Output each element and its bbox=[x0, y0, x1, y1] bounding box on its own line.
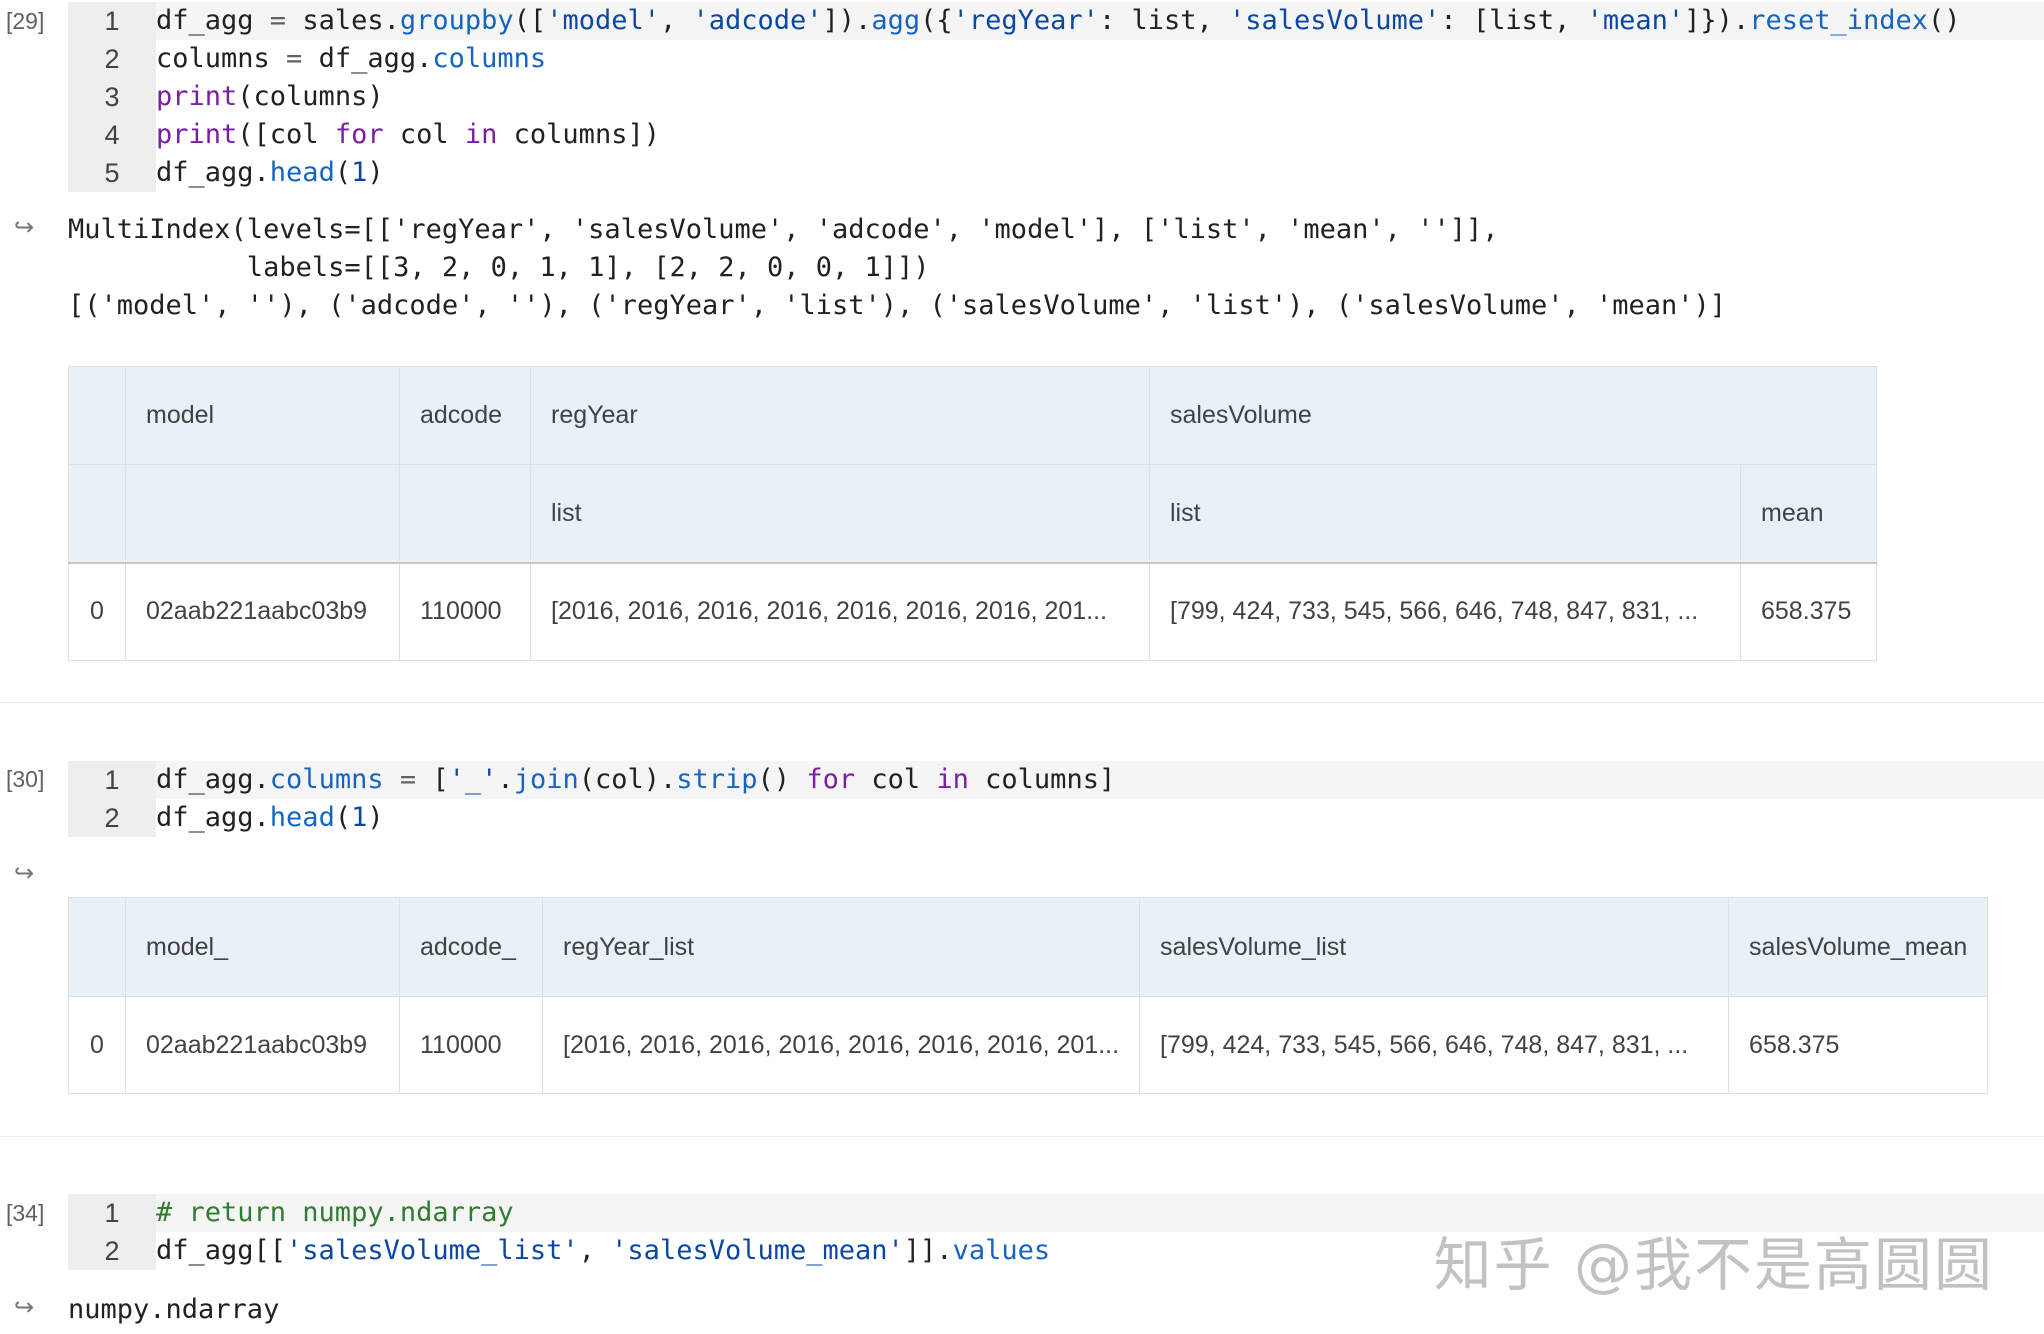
table-header-cell: regYear_list bbox=[541, 897, 1141, 997]
table-cell: 658.375 bbox=[1740, 562, 1877, 661]
table-cell: 110000 bbox=[399, 562, 531, 661]
table-index-cell: 0 bbox=[68, 562, 126, 661]
dataframe-table-flat: model_ adcode_ regYear_list salesVolume_… bbox=[68, 897, 1989, 1094]
table-header-cell: adcode bbox=[399, 366, 531, 465]
code-line[interactable]: 2 columns = df_agg.columns bbox=[68, 40, 2044, 78]
table-index-header bbox=[68, 897, 126, 997]
output-arrow-icon: ↪ bbox=[14, 213, 35, 241]
code-line[interactable]: 2 df_agg.head(1) bbox=[68, 799, 2044, 837]
code-line[interactable]: 4 print([col for col in columns]) bbox=[68, 116, 2044, 154]
code-line[interactable]: 1 df_agg = sales.groupby(['model', 'adco… bbox=[68, 2, 2044, 40]
table-subheader-cell: mean bbox=[1740, 464, 1877, 564]
code-cell-30[interactable]: 1 df_agg.columns = ['_'.join(col).strip(… bbox=[68, 761, 2044, 837]
table-header-cell: model_ bbox=[125, 897, 400, 997]
output-arrow-icon: ↪ bbox=[14, 859, 35, 887]
line-number: 1 bbox=[68, 761, 156, 799]
exec-count: [30] bbox=[6, 766, 45, 792]
table-header-cell: adcode_ bbox=[399, 897, 543, 997]
cell-divider bbox=[0, 1136, 2044, 1137]
line-number: 2 bbox=[68, 40, 156, 78]
line-number: 3 bbox=[68, 78, 156, 116]
table-subheader-cell bbox=[399, 464, 531, 564]
table-row: 0 02aab221aabc03b9 110000 [2016, 2016, 2… bbox=[68, 996, 1989, 1094]
table-subheader-cell bbox=[68, 464, 126, 564]
table-header-cell: salesVolume_list bbox=[1139, 897, 1730, 997]
code-text: df_agg.columns = ['_'.join(col).strip() … bbox=[156, 764, 1116, 795]
table-subheader-cell: list bbox=[1149, 464, 1741, 564]
output-arrow-icon: ↪ bbox=[14, 1293, 35, 1321]
output-text-line: labels=[[3, 2, 0, 1, 1], [2, 2, 0, 0, 1]… bbox=[68, 252, 930, 283]
code-text: df_agg[['salesVolume_list', 'salesVolume… bbox=[156, 1235, 1051, 1266]
line-number: 2 bbox=[68, 1232, 156, 1270]
table-subheader-row: list list mean bbox=[68, 464, 1877, 564]
table-header-cell: salesVolume_mean bbox=[1728, 897, 1989, 997]
table-index-cell: 0 bbox=[68, 996, 126, 1094]
table-header-cell: salesVolume bbox=[1149, 366, 1877, 465]
table-header-row: model adcode regYear salesVolume bbox=[68, 366, 1877, 465]
code-text: # return numpy.ndarray bbox=[156, 1197, 514, 1228]
exec-count: [29] bbox=[6, 8, 45, 34]
cell-divider bbox=[0, 702, 2044, 703]
table-header-cell: model bbox=[125, 366, 400, 465]
table-cell: 110000 bbox=[399, 996, 543, 1094]
code-cell-29[interactable]: 1 df_agg = sales.groupby(['model', 'adco… bbox=[68, 2, 2044, 192]
line-number: 2 bbox=[68, 799, 156, 837]
code-line[interactable]: 1 df_agg.columns = ['_'.join(col).strip(… bbox=[68, 761, 2044, 799]
code-text: df_agg = sales.groupby(['model', 'adcode… bbox=[156, 5, 1961, 36]
output-text-line: MultiIndex(levels=[['regYear', 'salesVol… bbox=[68, 214, 1499, 245]
code-line[interactable]: 5 df_agg.head(1) bbox=[68, 154, 2044, 192]
line-number: 1 bbox=[68, 1194, 156, 1232]
table-subheader-cell: list bbox=[530, 464, 1150, 564]
table-header-cell: regYear bbox=[530, 366, 1150, 465]
code-text: print([col for col in columns]) bbox=[156, 119, 660, 150]
output-text-line: numpy.ndarray bbox=[68, 1294, 280, 1325]
code-text: columns = df_agg.columns bbox=[156, 43, 547, 74]
table-subheader-cell bbox=[125, 464, 400, 564]
code-text: print(columns) bbox=[156, 81, 384, 112]
table-cell: [799, 424, 733, 545, 566, 646, 748, 847,… bbox=[1149, 562, 1741, 661]
table-header-row: model_ adcode_ regYear_list salesVolume_… bbox=[68, 897, 1989, 997]
code-text: df_agg.head(1) bbox=[156, 157, 384, 188]
line-number: 5 bbox=[68, 154, 156, 192]
table-cell: 658.375 bbox=[1728, 996, 1989, 1094]
line-number: 1 bbox=[68, 2, 156, 40]
exec-count: [34] bbox=[6, 1200, 45, 1226]
table-cell: [799, 424, 733, 545, 566, 646, 748, 847,… bbox=[1139, 996, 1730, 1094]
line-number: 4 bbox=[68, 116, 156, 154]
watermark: 知乎 @我不是高圆圆 bbox=[1433, 1231, 1994, 1299]
table-row: 0 02aab221aabc03b9 110000 [2016, 2016, 2… bbox=[68, 562, 1877, 661]
table-index-header bbox=[68, 366, 126, 465]
table-cell: 02aab221aabc03b9 bbox=[125, 996, 400, 1094]
dataframe-table-multiindex: model adcode regYear salesVolume list li… bbox=[68, 366, 1877, 661]
table-cell: 02aab221aabc03b9 bbox=[125, 562, 400, 661]
output-text-line: [('model', ''), ('adcode', ''), ('regYea… bbox=[68, 290, 1727, 321]
table-cell: [2016, 2016, 2016, 2016, 2016, 2016, 201… bbox=[541, 996, 1141, 1094]
table-cell: [2016, 2016, 2016, 2016, 2016, 2016, 201… bbox=[530, 562, 1150, 661]
code-line[interactable]: 3 print(columns) bbox=[68, 78, 2044, 116]
code-text: df_agg.head(1) bbox=[156, 802, 384, 833]
